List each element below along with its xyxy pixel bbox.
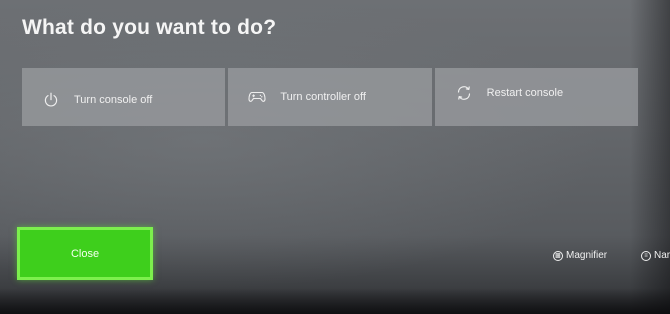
- restart-console-label: Restart console: [486, 87, 564, 99]
- turn-console-off-button[interactable]: Turn console off: [22, 68, 226, 126]
- view-button-icon: ▩: [553, 250, 563, 261]
- controller-icon: [246, 86, 268, 108]
- turn-controller-off-label: Turn controller off: [280, 91, 366, 103]
- turn-controller-off-button[interactable]: Turn controller off: [228, 68, 432, 126]
- power-icon: [40, 89, 62, 111]
- narrator-hint[interactable]: ≡ Nar: [641, 250, 670, 261]
- magnifier-hint[interactable]: ▩ Magnifier: [553, 250, 607, 261]
- magnifier-label: Magnifier: [566, 250, 608, 261]
- close-button-label: Close: [70, 247, 100, 260]
- screen-edge-shadow: [630, 0, 670, 314]
- close-button[interactable]: Close: [17, 227, 153, 280]
- menu-button-icon: ≡: [641, 250, 651, 261]
- screen-bottom-bezel: [0, 288, 670, 314]
- dialog-title: What do you want to do?: [22, 16, 277, 39]
- options-row: Turn console off Turn controller off Res…: [22, 68, 638, 126]
- restart-icon: [453, 82, 475, 104]
- restart-console-button[interactable]: Restart console: [434, 68, 638, 126]
- narrator-label: Nar: [654, 250, 670, 261]
- turn-console-off-label: Turn console off: [74, 94, 153, 106]
